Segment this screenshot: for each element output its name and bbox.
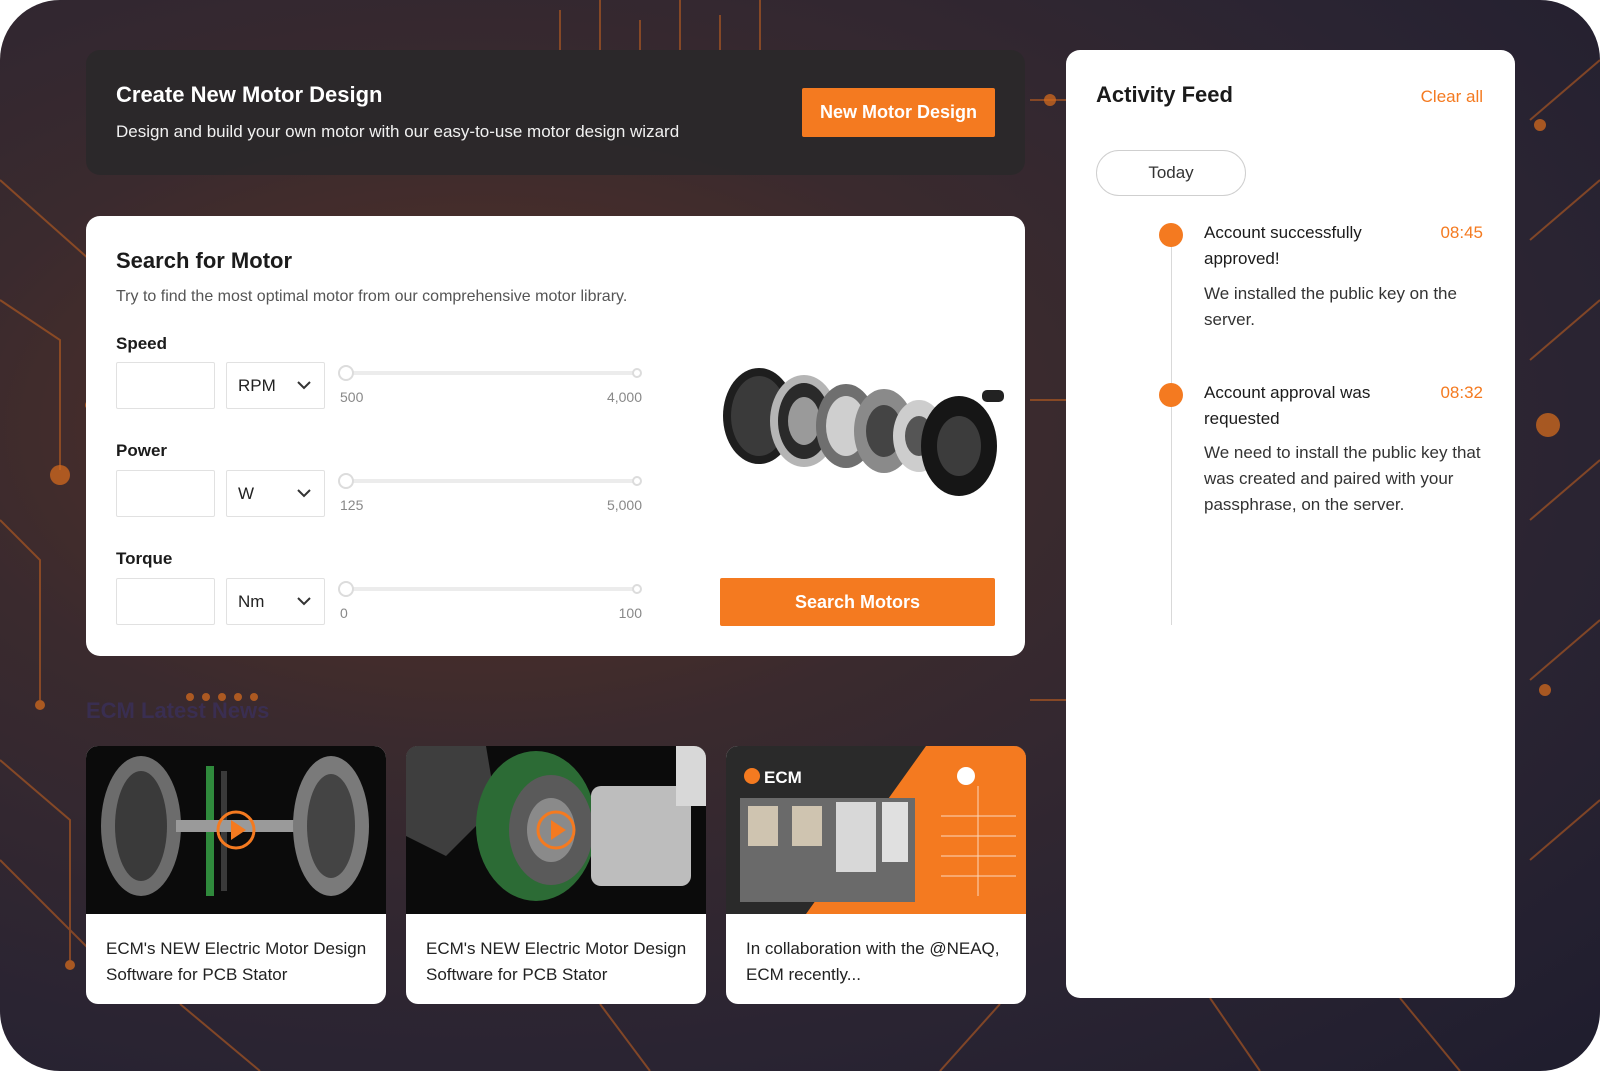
torque-label: Torque — [116, 549, 173, 568]
torque-unit-value: Nm — [238, 591, 265, 611]
chevron-down-icon — [297, 381, 311, 390]
event-title: Account successfully approved! — [1204, 223, 1362, 268]
power-unit-value: W — [238, 483, 255, 503]
event-description: We installed the public key on the serve… — [1204, 284, 1457, 329]
torque-unit-select[interactable]: Nm — [226, 578, 325, 625]
news-card[interactable]: ECM's NEW Electric Motor Design Software… — [406, 746, 706, 1004]
timeline-line — [1171, 240, 1172, 625]
news-card[interactable]: ECM In collaboration with the @NEAQ, ECM… — [726, 746, 1026, 1004]
speed-input[interactable] — [116, 362, 215, 409]
search-motors-button[interactable]: Search Motors — [720, 578, 995, 626]
news-card-text: In collaboration with the @NEAQ, ECM rec… — [746, 939, 1000, 984]
timeline-dot — [1159, 383, 1183, 407]
power-min-label: 125 — [340, 497, 364, 513]
ecm-logo — [744, 768, 760, 784]
speed-unit-select[interactable]: RPM — [226, 362, 325, 409]
today-group-pill: Today — [1096, 150, 1246, 196]
speed-max-label: 4,000 — [606, 389, 642, 405]
search-motor-card: Search for Motor Try to find the most op… — [86, 216, 1025, 656]
activity-feed-title: Activity Feed — [1096, 82, 1233, 107]
power-label: Power — [116, 441, 168, 460]
news-card-text: ECM's NEW Electric Motor Design Software… — [426, 939, 687, 984]
speed-slider[interactable]: 500 4,000 — [338, 362, 642, 405]
chevron-down-icon — [297, 597, 311, 606]
create-motor-title: Create New Motor Design — [116, 82, 383, 107]
torque-input[interactable] — [116, 578, 215, 625]
search-motor-description: Try to find the most optimal motor from … — [116, 288, 628, 305]
news-thumbnail — [406, 746, 706, 914]
activity-feed-panel: Activity Feed Clear all Today Account su… — [1066, 50, 1515, 998]
create-motor-card: Create New Motor Design Design and build… — [86, 50, 1025, 175]
ecm-logo-text: ECM — [764, 768, 802, 787]
news-card-text: ECM's NEW Electric Motor Design Software… — [106, 939, 367, 984]
power-slider[interactable]: 125 5,000 — [338, 470, 642, 513]
power-unit-select[interactable]: W — [226, 470, 325, 517]
new-motor-design-button[interactable]: New Motor Design — [802, 88, 995, 137]
news-thumbnail — [86, 746, 386, 914]
speed-slider-handle[interactable] — [338, 365, 354, 381]
event-title: Account approval was requested — [1204, 383, 1371, 428]
create-motor-description: Design and build your own motor with our… — [116, 122, 680, 141]
event-time: 08:32 — [1440, 383, 1483, 402]
chevron-down-icon — [297, 489, 311, 498]
clear-all-link[interactable]: Clear all — [1421, 87, 1483, 107]
torque-min-label: 0 — [340, 605, 348, 621]
timeline-dot — [1159, 223, 1183, 247]
app-frame: Create New Motor Design Design and build… — [0, 0, 1600, 1071]
news-thumbnail: ECM — [726, 746, 1026, 914]
news-card[interactable]: ECM's NEW Electric Motor Design Software… — [86, 746, 386, 1004]
torque-slider-handle[interactable] — [338, 581, 354, 597]
power-slider-handle[interactable] — [338, 473, 354, 489]
speed-min-label: 500 — [340, 389, 364, 405]
power-input[interactable] — [116, 470, 215, 517]
speed-label: Speed — [116, 334, 168, 353]
power-max-label: 5,000 — [606, 497, 642, 513]
news-heading: ECM Latest News — [86, 698, 270, 723]
speed-unit-value: RPM — [238, 375, 276, 395]
event-time: 08:45 — [1440, 223, 1483, 242]
search-motor-title: Search for Motor — [116, 248, 293, 273]
torque-max-label: 100 — [618, 605, 642, 621]
event-description: We need to install the public key that w… — [1204, 443, 1481, 514]
motor-exploded-image — [723, 368, 1004, 496]
torque-slider[interactable]: 0 100 — [338, 578, 642, 621]
